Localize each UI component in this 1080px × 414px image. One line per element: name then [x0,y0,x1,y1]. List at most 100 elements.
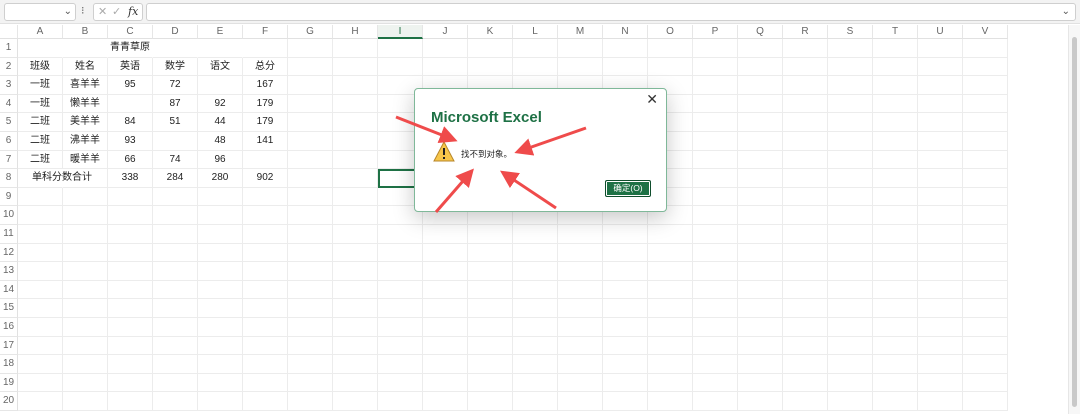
cell-o16[interactable] [648,318,693,337]
cell-v11[interactable] [963,225,1008,244]
cell-b1[interactable] [63,39,108,58]
cell-e14[interactable] [198,280,243,300]
cell-i14[interactable] [378,280,423,300]
cell-p8[interactable] [693,169,738,188]
column-header-j[interactable]: J [423,25,468,39]
cell-k17[interactable] [468,336,513,356]
cell-s20[interactable] [828,392,873,411]
cell-a19[interactable] [18,373,63,393]
cell-m11[interactable] [558,225,603,244]
cell-r10[interactable] [783,206,828,225]
cell-b8[interactable] [63,169,108,188]
cell-k16[interactable] [468,318,513,337]
cell-v10[interactable] [963,206,1008,225]
cell-h10[interactable] [333,206,378,225]
cell-o15[interactable] [648,299,693,318]
cell-q20[interactable] [738,392,783,411]
cell-u19[interactable] [918,373,963,393]
cell-r6[interactable] [783,132,828,151]
cell-c14[interactable] [108,280,153,300]
cell-u15[interactable] [918,299,963,318]
cell-q5[interactable] [738,113,783,132]
cell-r3[interactable] [783,76,828,95]
cell-p10[interactable] [693,206,738,225]
cell-d18[interactable] [153,355,198,374]
cell-t6[interactable] [873,132,918,151]
column-header-e[interactable]: E [198,25,243,39]
cell-a2[interactable]: 班级 [18,57,63,77]
cell-u6[interactable] [918,132,963,151]
row-header[interactable]: 15 [0,299,18,318]
cell-j20[interactable] [423,392,468,411]
cell-q11[interactable] [738,225,783,244]
cell-b13[interactable] [63,262,108,281]
cell-f15[interactable] [243,299,288,318]
cell-q9[interactable] [738,187,783,207]
cell-s19[interactable] [828,373,873,393]
cell-f5[interactable]: 179 [243,113,288,132]
cell-s17[interactable] [828,336,873,356]
cell-j1[interactable] [423,39,468,58]
cell-v9[interactable] [963,187,1008,207]
cell-d19[interactable] [153,373,198,393]
column-header-s[interactable]: S [828,25,873,39]
cell-l15[interactable] [513,299,558,318]
cell-g9[interactable] [288,187,333,207]
cell-a10[interactable] [18,206,63,225]
cell-k1[interactable] [468,39,513,58]
cell-e17[interactable] [198,336,243,356]
cell-u20[interactable] [918,392,963,411]
cell-f10[interactable] [243,206,288,225]
confirm-icon[interactable]: ✓ [112,5,121,18]
row-header[interactable]: 11 [0,225,18,244]
cell-v1[interactable] [963,39,1008,58]
cell-r19[interactable] [783,373,828,393]
cell-g8[interactable] [288,169,333,188]
cell-r8[interactable] [783,169,828,188]
cell-t19[interactable] [873,373,918,393]
close-icon[interactable]: ✕ [646,91,658,108]
cell-u5[interactable] [918,113,963,132]
column-header-t[interactable]: T [873,25,918,39]
column-header-b[interactable]: B [63,25,108,39]
cell-b10[interactable] [63,206,108,225]
cell-k14[interactable] [468,280,513,300]
cell-d1[interactable] [153,39,198,58]
cell-b4[interactable]: 懒羊羊 [63,94,108,114]
cell-o18[interactable] [648,355,693,374]
cell-l2[interactable] [513,57,558,77]
cell-d4[interactable]: 87 [153,94,198,114]
cell-d3[interactable]: 72 [153,76,198,95]
cell-g20[interactable] [288,392,333,411]
cell-t9[interactable] [873,187,918,207]
cell-f18[interactable] [243,355,288,374]
cell-a13[interactable] [18,262,63,281]
more-options-icon[interactable]: ⁝ [81,4,85,17]
row-header[interactable]: 14 [0,280,18,300]
cell-s10[interactable] [828,206,873,225]
cell-q10[interactable] [738,206,783,225]
cell-o19[interactable] [648,373,693,393]
cell-i2[interactable] [378,57,423,77]
cell-r20[interactable] [783,392,828,411]
column-header-c[interactable]: C [108,25,153,39]
cell-l18[interactable] [513,355,558,374]
cell-h19[interactable] [333,373,378,393]
cell-c19[interactable] [108,373,153,393]
cell-v8[interactable] [963,169,1008,188]
cell-g11[interactable] [288,225,333,244]
cell-e19[interactable] [198,373,243,393]
cell-t18[interactable] [873,355,918,374]
cell-u8[interactable] [918,169,963,188]
cell-b6[interactable]: 沸羊羊 [63,132,108,151]
cell-c11[interactable] [108,225,153,244]
cell-d5[interactable]: 51 [153,113,198,132]
cell-f1[interactable] [243,39,288,58]
cell-q7[interactable] [738,150,783,170]
cell-p5[interactable] [693,113,738,132]
cell-p3[interactable] [693,76,738,95]
column-header-o[interactable]: O [648,25,693,39]
cell-j19[interactable] [423,373,468,393]
cell-v6[interactable] [963,132,1008,151]
cell-q16[interactable] [738,318,783,337]
